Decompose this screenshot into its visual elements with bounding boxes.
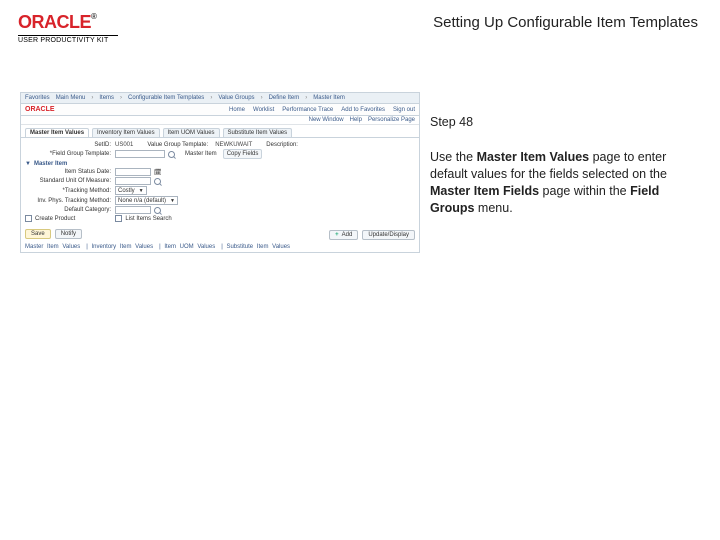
add-to-favorites-link[interactable]: Add to Favorites xyxy=(341,107,385,113)
crumb-value-groups[interactable]: Value Groups xyxy=(218,95,254,101)
template-value: NEWKUWAIT xyxy=(215,142,252,148)
add-button[interactable]: +Add xyxy=(329,230,358,240)
tab-master-item-values[interactable]: Master Item Values xyxy=(25,128,89,137)
master-item-section-header[interactable]: ▼Master Item xyxy=(25,161,415,167)
tab-item-uom-values[interactable]: Item UOM Values xyxy=(163,128,220,137)
create-product-checkbox[interactable] xyxy=(25,215,32,222)
crumb-define-item[interactable]: Define Item xyxy=(269,95,300,101)
oracle-logo-small: ORACLE xyxy=(25,106,55,113)
inv-tracking-select-value: None n/a (default) xyxy=(118,198,166,204)
signout-link[interactable]: Sign out xyxy=(393,107,415,113)
update-label: Update/Display xyxy=(368,232,409,238)
chevron-down-icon: ▼ xyxy=(170,198,175,204)
footer-link-master[interactable]: Master Item Values xyxy=(25,244,80,250)
setid-value: US001 xyxy=(115,142,133,148)
performance-trace-link[interactable]: Performance Trace xyxy=(282,107,333,113)
crumb-sep: › xyxy=(305,95,307,101)
instr-bold-master-item-values: Master Item Values xyxy=(477,150,590,164)
action-bar-left: Save Notify xyxy=(21,226,86,242)
default-category-input[interactable] xyxy=(115,206,151,214)
chevron-down-icon: ▼ xyxy=(139,188,144,194)
page-title: Setting Up Configurable Item Templates xyxy=(433,12,702,31)
action-bar-right: +Add Update/Display xyxy=(86,228,419,240)
uom-label: Standard Unit Of Measure: xyxy=(25,178,115,184)
calendar-icon[interactable]: 🗓 xyxy=(154,169,162,176)
add-label: Add xyxy=(342,232,353,238)
crumb-favorites[interactable]: Favorites xyxy=(25,95,50,101)
list-items-checkbox[interactable] xyxy=(115,215,122,222)
crumb-sep: › xyxy=(120,95,122,101)
item-status-date-label: Item Status Date: xyxy=(25,169,115,175)
oracle-logo-text: ORACLE® xyxy=(18,12,96,33)
instr-part: page within the xyxy=(539,184,630,198)
oracle-word: ORACLE xyxy=(18,12,91,32)
lookup-icon[interactable] xyxy=(168,151,175,158)
crumb-mainmenu[interactable]: Main Menu xyxy=(56,95,86,101)
inv-tracking-label: Inv. Phys. Tracking Method: xyxy=(25,198,115,204)
footer-tab-links: Master Item Values| Inventory Item Value… xyxy=(21,242,419,252)
worklist-link[interactable]: Worklist xyxy=(253,107,274,113)
tracking-select-value: Costly xyxy=(118,188,135,194)
template-label: Value Group Template: xyxy=(147,142,212,148)
crumb-sep: › xyxy=(261,95,263,101)
lookup-icon[interactable] xyxy=(154,178,161,185)
upk-label: USER PRODUCTIVITY KIT xyxy=(18,37,108,44)
setid-label: SetID: xyxy=(25,142,115,148)
list-items-label: List Items Search xyxy=(125,216,171,222)
crumb-cit[interactable]: Configurable Item Templates xyxy=(128,95,204,101)
instr-bold-master-item-fields: Master Item Fields xyxy=(430,184,539,198)
logo-divider xyxy=(18,35,118,36)
crumb-sep: › xyxy=(91,95,93,101)
lookup-icon[interactable] xyxy=(154,207,161,214)
footer-link-uom[interactable]: Item UOM Values xyxy=(164,244,215,250)
tab-strip: Master Item Values Inventory Item Values… xyxy=(21,125,419,138)
personalize-page-link[interactable]: Personalize Page xyxy=(368,117,415,123)
master-item-caption: Master Item xyxy=(185,151,217,157)
breadcrumb-bar: Favorites Main Menu › Items › Configurab… xyxy=(21,93,419,104)
instruction-text: Use the Master Item Values page to enter… xyxy=(430,149,700,217)
registered-mark: ® xyxy=(91,12,96,21)
footer-link-inventory[interactable]: Inventory Item Values xyxy=(91,244,153,250)
default-category-label: Default Category: xyxy=(25,207,115,213)
notify-label: Notify xyxy=(61,231,76,237)
app-header: ORACLE Home Worklist Performance Trace A… xyxy=(21,104,419,116)
collapse-icon: ▼ xyxy=(25,161,31,167)
create-product-label: Create Product xyxy=(35,216,75,222)
uom-input[interactable] xyxy=(115,177,151,185)
fieldgroup-label: *Field Group Template: xyxy=(25,151,115,157)
footer-link-substitute[interactable]: Substitute Item Values xyxy=(226,244,290,250)
subheader-links: New Window Help Personalize Page xyxy=(21,116,419,125)
plus-icon: + xyxy=(335,232,339,238)
copy-fields-button[interactable]: Copy Fields xyxy=(223,149,263,159)
instr-part: Use the xyxy=(430,150,477,164)
tab-inventory-item-values[interactable]: Inventory Item Values xyxy=(92,128,160,137)
item-status-date-input[interactable] xyxy=(115,168,151,176)
tab-substitute-item-values[interactable]: Substitute Item Values xyxy=(223,128,293,137)
help-link[interactable]: Help xyxy=(350,117,362,123)
instr-part: menu. xyxy=(474,201,512,215)
crumb-sep: › xyxy=(210,95,212,101)
save-label: Save xyxy=(31,231,45,237)
tracking-method-label: *Tracking Method: xyxy=(25,188,115,194)
app-screenshot: Favorites Main Menu › Items › Configurab… xyxy=(20,92,420,253)
home-link[interactable]: Home xyxy=(229,107,245,113)
tracking-method-select[interactable]: Costly ▼ xyxy=(115,186,147,195)
notify-button[interactable]: Notify xyxy=(55,229,82,239)
new-window-link[interactable]: New Window xyxy=(309,117,344,123)
crumb-items[interactable]: Items xyxy=(99,95,114,101)
crumb-master-item[interactable]: Master Item xyxy=(313,95,345,101)
oracle-upk-logo: ORACLE® USER PRODUCTIVITY KIT xyxy=(18,12,118,44)
save-button[interactable]: Save xyxy=(25,229,51,239)
description-label: Description: xyxy=(266,142,302,148)
inv-tracking-select[interactable]: None n/a (default) ▼ xyxy=(115,196,178,205)
copy-fields-label: Copy Fields xyxy=(227,151,259,157)
section-title: Master Item xyxy=(34,161,67,167)
step-label: Step 48 xyxy=(430,114,700,131)
update-display-button[interactable]: Update/Display xyxy=(362,230,415,240)
fieldgroup-input[interactable] xyxy=(115,150,165,158)
